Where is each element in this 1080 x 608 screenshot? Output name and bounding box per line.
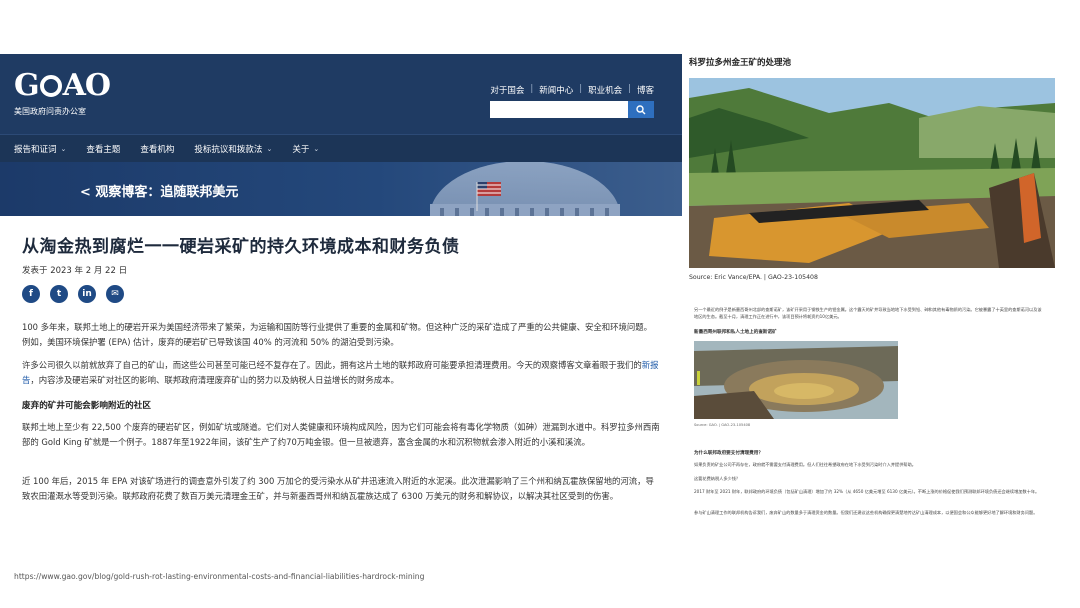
nav-bid-protests[interactable]: 投标抗议和拨款法 ⌄ [194, 143, 272, 155]
small-paragraph-3: 2017 财年至 2021 财年，联邦政府的环境负债（包括矿山清理）增加了约 3… [694, 489, 1040, 494]
small-paragraph-4: 参与矿山清理工作的联邦机构告诉我们，废弃矿山的数量多于清理资金的数量。但我们还建… [694, 510, 1038, 515]
chevron-down-icon: ⌄ [266, 144, 273, 153]
linkedin-icon[interactable]: in [78, 285, 96, 303]
search-input[interactable] [490, 101, 628, 118]
banner-title[interactable]: < 观察博客：追随联邦美元 [80, 181, 238, 200]
gao-page: G AO 美国政府问责办公室 对于国会 | 新闻中心 | 职业机会 | 博客 报告和证词… [0, 54, 682, 554]
chino-mine-photo [694, 341, 898, 419]
top-link-news[interactable]: 新闻中心 [539, 84, 573, 96]
top-link-blog[interactable]: 博客 [637, 84, 654, 96]
small-figure-source: Source: GAO. | GAO-23-105408 [694, 423, 751, 427]
chevron-down-icon: ⌄ [313, 144, 320, 153]
paragraph-1: 100 多年来，联邦土地上的硬岩开采为美国经济带来了繁荣，为运输和国防等行业提供… [22, 322, 653, 348]
email-icon[interactable]: ✉ [106, 285, 124, 303]
nav-topics[interactable]: 查看主题 [86, 143, 120, 155]
figure-title: 科罗拉多州金王矿的处理池 [689, 58, 792, 68]
capitol-dome-image [430, 162, 620, 216]
treatment-pond-photo [689, 78, 1055, 268]
nav-about[interactable]: 关于 ⌄ [292, 143, 319, 155]
nav-agencies[interactable]: 查看机构 [140, 143, 174, 155]
top-links: 对于国会 | 新闻中心 | 职业机会 | 博客 [490, 84, 654, 96]
main-nav: 报告和证词 ⌄ 查看主题 查看机构 投标抗议和拨款法 ⌄ 关于 ⌄ [0, 134, 682, 162]
site-subtitle: 美国政府问责办公室 [14, 107, 86, 116]
site-header: G AO 美国政府问责办公室 对于国会 | 新闻中心 | 职业机会 | 博客 [0, 54, 682, 134]
source-url: https://www.gao.gov/blog/gold-rush-rot-l… [14, 572, 425, 581]
section-heading: 废弃的矿井可能会影响附近的社区 [22, 401, 151, 411]
facebook-icon[interactable]: f [22, 285, 40, 303]
search-button[interactable] [628, 101, 654, 118]
small-paragraph-2: 如果负责的矿业公司不再存在，政府就不需要支付清理费用。但人们往往希望政府在地下水… [694, 462, 916, 467]
small-figure-title: 新墨西哥州联邦和私人土地上的查斯诺矿 [694, 330, 777, 335]
blog-banner: < 观察博客：追随联邦美元 [0, 162, 682, 216]
figure-panel: 科罗拉多州金王矿的处理池 Source: Eric Vance/EPA. | G… [682, 0, 1080, 608]
top-link-congress[interactable]: 对于国会 [490, 84, 524, 96]
paragraph-2: 许多公司很久以前就放弃了自己的矿山，而这些公司甚至可能已经不复存在了。因此，拥有… [22, 360, 659, 386]
small-paragraph-1: 另一个最近的例子是新墨西哥州北部的查斯诺矿，该矿开采用于钢铁生产的钼金属。这个露… [694, 307, 1042, 319]
gao-logo[interactable]: G AO [14, 68, 111, 103]
top-link-careers[interactable]: 职业机会 [588, 84, 622, 96]
post-date: 发表于 2023 年 2 月 22 日 [22, 266, 128, 276]
small-heading-why: 为什么联邦政府要支付清理费用？ [694, 451, 763, 456]
chevron-down-icon: ⌄ [60, 144, 67, 153]
small-heading-cost: 这要花费纳税人多少钱？ [694, 476, 741, 481]
nav-reports[interactable]: 报告和证词 ⌄ [14, 143, 66, 155]
figure-source: Source: Eric Vance/EPA. | GAO-23-105408 [689, 274, 818, 281]
article-title: 从淘金热到腐烂一一硬岩采矿的持久环境成本和财务负债 [22, 237, 460, 257]
paragraph-4: 近 100 年后，2015 年 EPA 对该矿场进行的调查意外引发了约 300 … [22, 476, 654, 502]
twitter-icon[interactable]: t [50, 285, 68, 303]
search-icon [636, 104, 646, 114]
paragraph-3: 联邦土地上至少有 22,500 个废弃的硬岩矿区，例如矿坑或隧道。它们对人类健康… [22, 422, 660, 448]
social-share: f t in ✉ [22, 285, 124, 303]
